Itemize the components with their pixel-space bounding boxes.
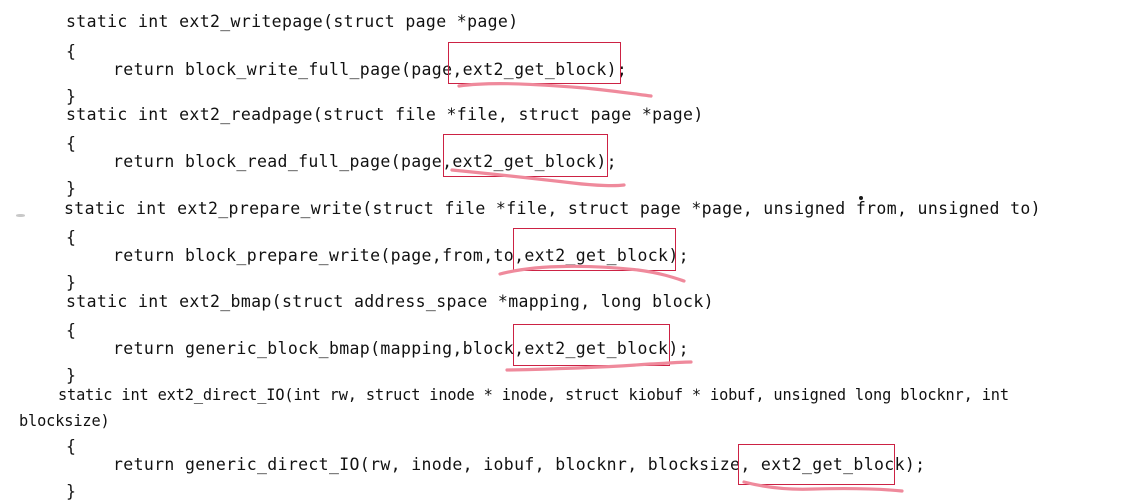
document-page: static int ext2_writepage(struct page *p…	[0, 0, 1127, 500]
code-line: blocksize)	[19, 411, 110, 430]
code-line: return block_write_full_page(page,ext2_g…	[113, 60, 628, 79]
highlight-underline-writepage	[455, 80, 655, 106]
scan-speck-left-margin	[16, 214, 25, 217]
code-line: }	[66, 179, 77, 198]
code-line: }	[66, 273, 77, 292]
code-line: {	[66, 437, 77, 456]
code-line: static int ext2_readpage(struct file *fi…	[66, 105, 704, 124]
code-line: {	[66, 42, 77, 61]
highlight-underline-direct-io	[742, 478, 907, 500]
code-line: }	[66, 87, 77, 106]
code-line: }	[66, 482, 77, 500]
ink-dot-above-from	[859, 196, 863, 200]
highlight-underline-bmap	[505, 360, 695, 386]
code-line: static int ext2_writepage(struct page *p…	[66, 12, 519, 31]
code-line: {	[66, 134, 77, 153]
code-line: static int ext2_prepare_write(struct fil…	[64, 199, 1041, 218]
code-line: return generic_direct_IO(rw, inode, iobu…	[113, 455, 926, 474]
code-line: return block_prepare_write(page,from,to,…	[113, 246, 689, 265]
code-line: static int ext2_bmap(struct address_spac…	[66, 292, 714, 311]
code-line: return block_read_full_page(page,ext2_ge…	[113, 152, 617, 171]
code-line: static int ext2_direct_IO(int rw, struct…	[58, 385, 1009, 404]
code-line: }	[66, 366, 77, 385]
code-line: return generic_block_bmap(mapping,block,…	[113, 339, 689, 358]
code-line: {	[66, 321, 77, 340]
code-line: {	[66, 228, 77, 247]
